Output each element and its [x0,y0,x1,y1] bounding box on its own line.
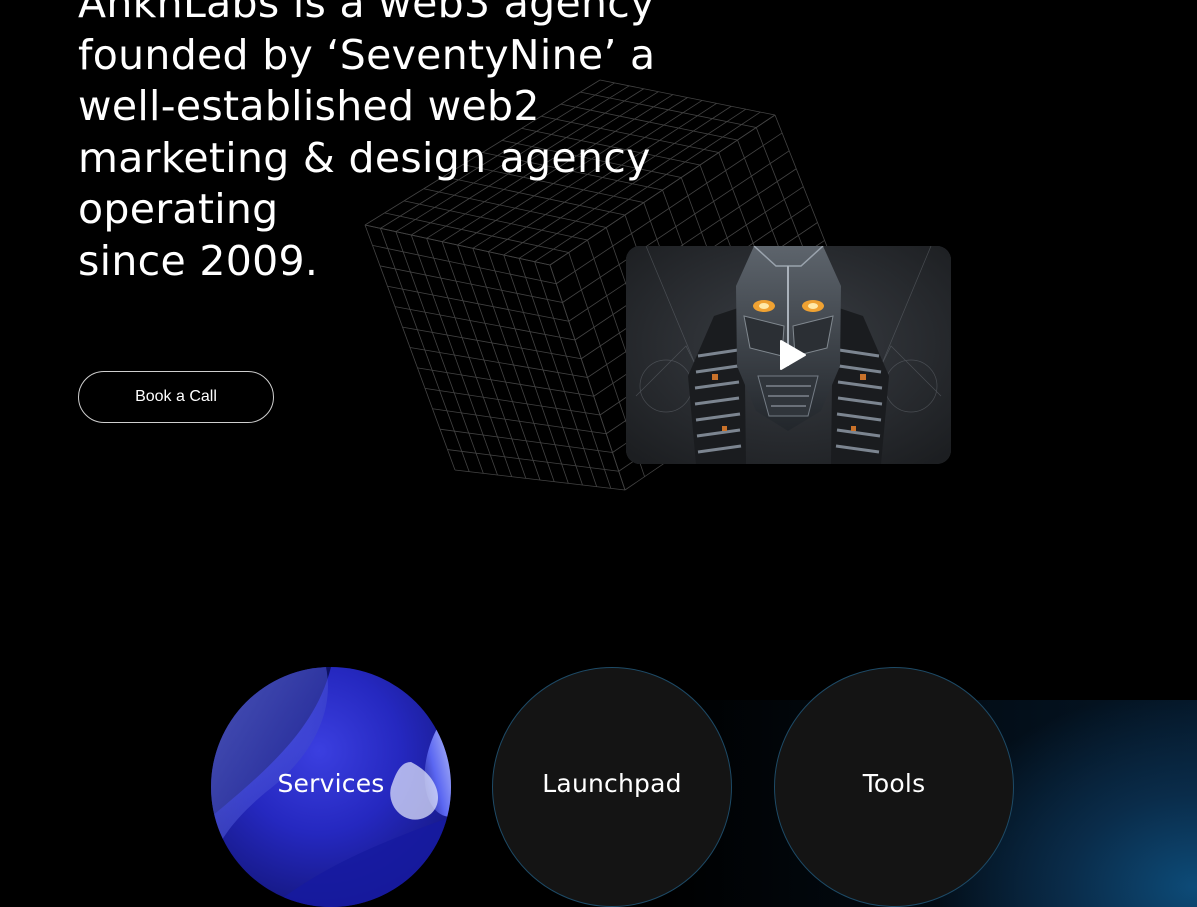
launchpad-label: Launchpad [542,768,682,798]
video-player[interactable] [626,246,951,464]
tools-circle[interactable]: Tools [774,667,1014,907]
book-a-call-button[interactable]: Book a Call [78,371,274,423]
hero-headline: AnkhLabs is a web3 agency founded by ‘Se… [78,0,678,287]
launchpad-circle[interactable]: Launchpad [492,667,732,907]
headline-line: operating [78,185,279,233]
headline-line: founded by ‘SeventyNine’ a [78,30,656,79]
services-circle[interactable]: Services [211,667,451,907]
landing-page: AnkhLabs is a web3 agency founded by ‘Se… [0,0,1197,907]
headline-line: marketing & design agency [78,133,651,182]
headline-line: AnkhLabs is a web3 agency [78,0,655,27]
headline-line: well-established web2 [78,82,540,130]
tools-label: Tools [862,768,926,798]
play-icon[interactable] [776,338,808,372]
headline-line: since 2009. [78,236,319,285]
services-label: Services [277,768,385,798]
